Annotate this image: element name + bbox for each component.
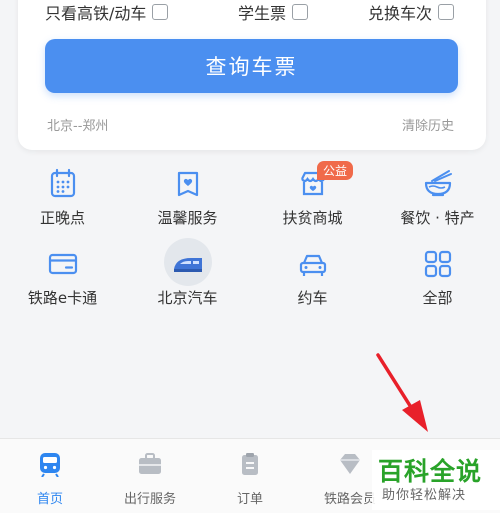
tab-label: 出行服务	[123, 492, 176, 507]
tab-label: 首页	[36, 492, 63, 507]
briefcase-icon	[139, 453, 161, 474]
tab-orders[interactable]: 订单	[200, 439, 300, 513]
diamond-icon	[340, 454, 360, 474]
watermark-title: 百科全说	[378, 457, 483, 486]
tab-travel-services[interactable]: 出行服务	[100, 439, 200, 513]
watermark: 百科全说 助你轻松解决	[372, 450, 500, 510]
watermark-subtitle: 助你轻松解决	[382, 488, 467, 503]
tab-home[interactable]: 首页	[0, 439, 100, 513]
annotation-arrow	[376, 353, 428, 432]
clipboard-icon	[242, 453, 258, 475]
home-train-icon	[40, 453, 60, 477]
tab-label: 订单	[236, 492, 263, 507]
